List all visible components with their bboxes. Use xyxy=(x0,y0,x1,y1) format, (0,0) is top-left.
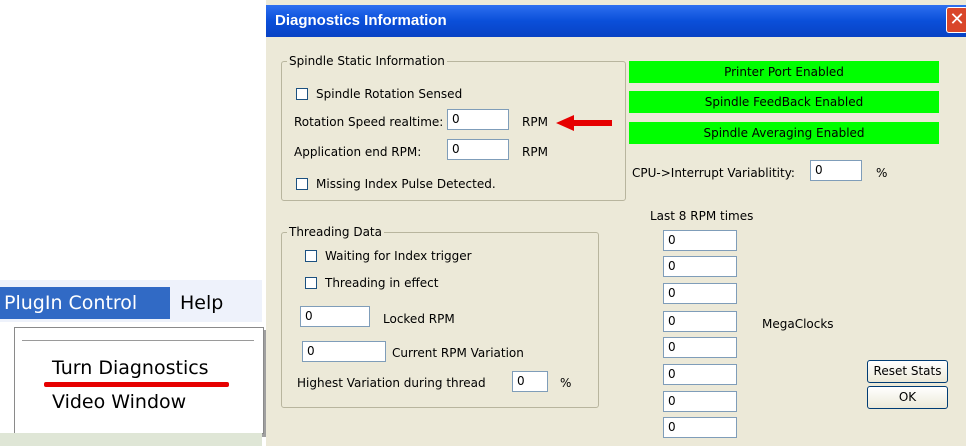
current-variation-label: Current RPM Variation xyxy=(392,346,524,360)
reset-stats-button[interactable]: Reset Stats xyxy=(867,360,948,383)
threading-in-effect-checkbox[interactable] xyxy=(305,277,317,289)
menu-item-video-window[interactable]: Video Window xyxy=(52,391,186,413)
rotation-speed-field[interactable]: 0 xyxy=(447,109,509,130)
threading-in-effect-label: Threading in effect xyxy=(325,276,439,290)
rpm-time-field-8[interactable]: 0 xyxy=(663,417,737,438)
rpm-time-field-4[interactable]: 0 xyxy=(663,311,737,332)
rpm-time-field-6[interactable]: 0 xyxy=(663,364,737,385)
waiting-index-label: Waiting for Index trigger xyxy=(325,249,472,263)
red-arrow-annotation xyxy=(556,115,612,131)
spindle-group-label: Spindle Static Information xyxy=(287,54,447,68)
rpm-times-label: Last 8 RPM times xyxy=(650,209,754,223)
application-end-label: Application end RPM: xyxy=(294,145,422,159)
dialog-title: Diagnostics Information xyxy=(275,12,447,29)
menu-plugin-control[interactable]: PlugIn Control xyxy=(0,287,170,319)
threading-group-label: Threading Data xyxy=(287,225,384,239)
cpu-interrupt-field[interactable]: 0 xyxy=(810,160,862,181)
highest-variation-field[interactable]: 0 xyxy=(512,371,548,392)
close-button[interactable]: ✕ xyxy=(946,7,966,33)
rpm-time-field-7[interactable]: 0 xyxy=(663,391,737,412)
rpm-time-field-2[interactable]: 0 xyxy=(663,256,737,277)
taskbar-strip xyxy=(0,433,262,446)
highest-variation-unit: % xyxy=(560,376,572,390)
ok-button[interactable]: OK xyxy=(867,386,948,409)
highest-variation-label: Highest Variation during thread xyxy=(297,376,486,390)
missing-index-checkbox[interactable] xyxy=(296,178,308,190)
application-end-unit: RPM xyxy=(522,145,548,159)
megaclocks-label: MegaClocks xyxy=(762,317,834,331)
plugin-control-dropdown xyxy=(14,327,264,434)
rotation-speed-unit: RPM xyxy=(522,115,548,129)
locked-rpm-label: Locked RPM xyxy=(383,312,455,326)
missing-index-label: Missing Index Pulse Detected. xyxy=(316,177,496,191)
waiting-index-checkbox[interactable] xyxy=(305,250,317,262)
rpm-time-field-3[interactable]: 0 xyxy=(663,283,737,304)
menu-item-turn-diagnostics[interactable]: Turn Diagnostics xyxy=(52,357,209,379)
spindle-rotation-sensed-label: Spindle Rotation Sensed xyxy=(316,87,463,101)
rpm-time-field-1[interactable]: 0 xyxy=(663,230,737,251)
status-spindle-feedback: Spindle FeedBack Enabled xyxy=(629,91,939,113)
locked-rpm-field[interactable]: 0 xyxy=(300,306,370,327)
red-underline-annotation xyxy=(44,382,229,387)
cpu-interrupt-unit: % xyxy=(876,166,888,180)
rpm-time-field-5[interactable]: 0 xyxy=(663,337,737,358)
current-variation-field[interactable]: 0 xyxy=(302,341,386,362)
close-icon: ✕ xyxy=(949,9,965,30)
status-spindle-averaging: Spindle Averaging Enabled xyxy=(629,122,939,144)
cpu-interrupt-label: CPU->Interrupt Variablitity: xyxy=(632,166,795,180)
status-printer-port: Printer Port Enabled xyxy=(629,61,939,83)
spindle-rotation-sensed-checkbox[interactable] xyxy=(296,88,308,100)
menu-help[interactable]: Help xyxy=(180,287,223,319)
rotation-speed-label: Rotation Speed realtime: xyxy=(294,115,444,129)
application-end-field[interactable]: 0 xyxy=(447,139,509,160)
menu-separator xyxy=(22,340,254,341)
